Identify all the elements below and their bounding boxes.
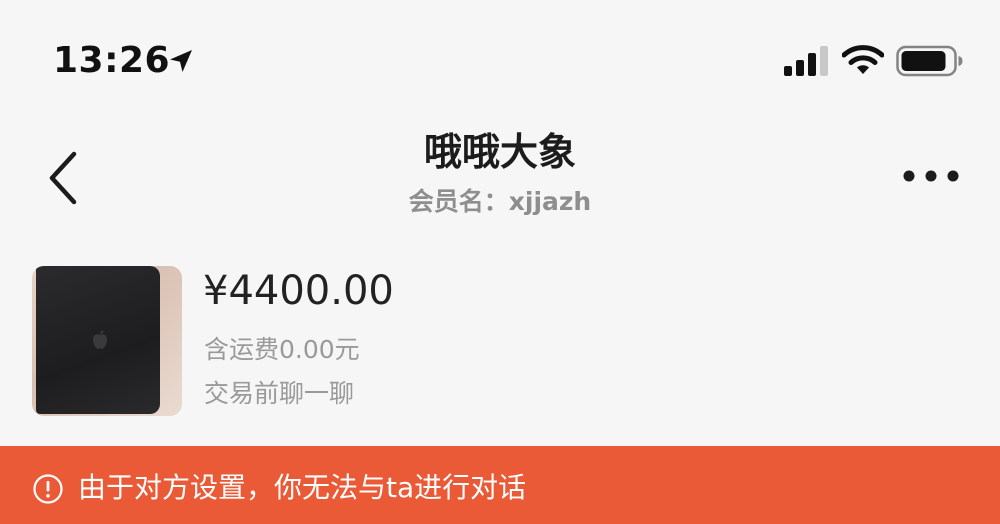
status-time: 13:26 xyxy=(53,40,171,81)
exclamation-circle-icon xyxy=(33,474,63,504)
battery-icon xyxy=(896,45,963,77)
chat-partner-name: 哦哦大象 xyxy=(423,130,576,174)
navigation-bar: 哦哦大象 会员名：xjjazh xyxy=(0,110,1000,230)
product-card[interactable]: ¥4400.00 含运费0.00元 交易前聊一聊 xyxy=(0,255,1000,430)
apple-logo-icon xyxy=(93,330,107,349)
warning-banner: 由于对方设置，你无法与ta进行对话 xyxy=(0,446,1000,524)
product-image[interactable] xyxy=(32,266,182,416)
cellular-signal-icon xyxy=(784,46,828,76)
status-bar: 13:26 xyxy=(0,0,1000,110)
warning-message: 由于对方设置，你无法与ta进行对话 xyxy=(78,471,527,504)
product-price: ¥4400.00 xyxy=(203,268,394,314)
member-name: 会员名：xjjazh xyxy=(408,187,592,216)
location-arrow-icon xyxy=(170,50,192,72)
shipping-fee: 含运费0.00元 xyxy=(204,335,360,364)
chat-hint: 交易前聊一聊 xyxy=(204,379,355,408)
more-dots-icon[interactable] xyxy=(898,164,964,188)
wifi-icon xyxy=(842,45,884,74)
